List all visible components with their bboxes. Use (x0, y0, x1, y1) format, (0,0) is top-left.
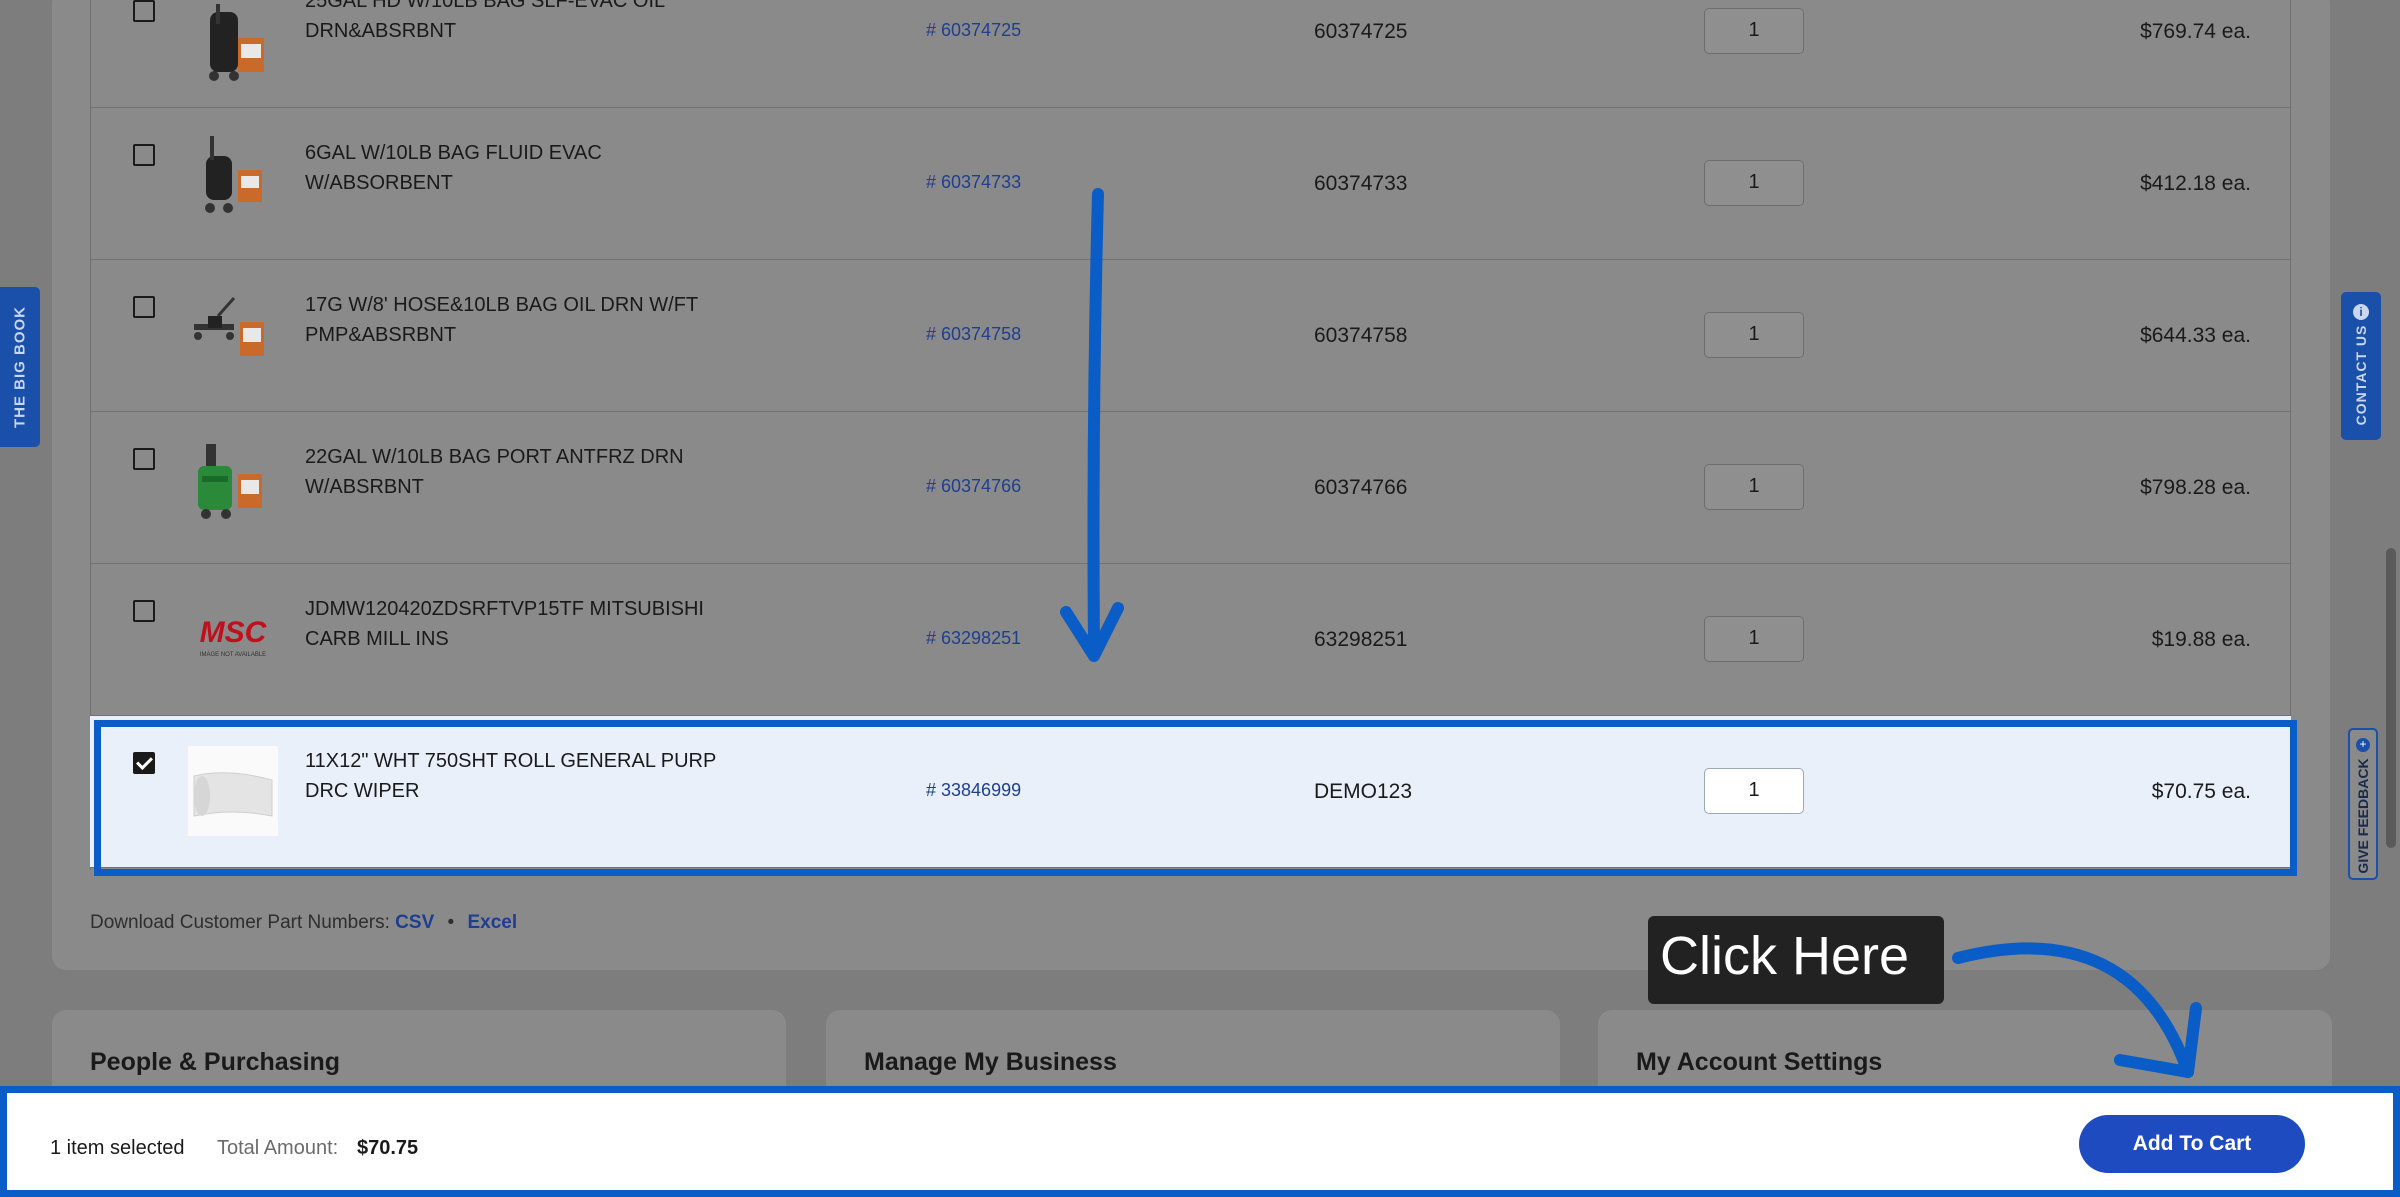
panel-title: My Account Settings (1636, 1048, 1883, 1076)
quantity-input[interactable]: 1 (1704, 616, 1804, 662)
download-separator: • (447, 912, 455, 933)
total-amount-label: Total Amount: (217, 1137, 339, 1159)
item-description: 6GAL W/10LB BAG FLUID EVAC W/ABSORBENT (305, 142, 602, 194)
msc-logo-text: MSC (200, 616, 268, 649)
plus-icon: + (2356, 738, 2370, 752)
add-to-cart-button[interactable]: Add To Cart (2079, 1115, 2305, 1173)
customer-part-number: 60374766 (1314, 476, 1408, 499)
quantity-input[interactable]: 1 (1704, 312, 1804, 358)
item-number-link[interactable]: # 60374766 (926, 476, 1021, 497)
row-checkbox[interactable] (133, 448, 155, 470)
total-amount-value: $70.75 (357, 1137, 419, 1159)
quantity-input[interactable]: 1 (1704, 768, 1804, 814)
customer-part-number: 60374725 (1314, 20, 1408, 43)
row-checkbox-checked[interactable] (133, 752, 155, 774)
item-price: $798.28 ea. (2140, 476, 2251, 499)
product-image (188, 438, 278, 528)
table-row: MSC IMAGE NOT AVAILABLE JDMW120420ZDSRFT… (90, 564, 2291, 716)
item-price: $70.75 ea. (2151, 780, 2251, 803)
msc-placeholder-logo: MSC IMAGE NOT AVAILABLE (188, 590, 278, 680)
big-book-tab[interactable]: THE BIG BOOK (0, 287, 40, 447)
item-description: 11X12" WHT 750SHT ROLL GENERAL PURP DRC … (305, 750, 716, 802)
customer-part-number: 63298251 (1314, 628, 1408, 651)
customer-part-number: 60374758 (1314, 324, 1408, 347)
contact-us-label: CONTACT US (2353, 324, 2369, 426)
item-price: $412.18 ea. (2140, 172, 2251, 195)
quantity-input[interactable]: 1 (1704, 464, 1804, 510)
table-row-selected: 11X12" WHT 750SHT ROLL GENERAL PURP DRC … (90, 716, 2291, 868)
item-description: JDMW120420ZDSRFTVP15TF MITSUBISHI CARB M… (305, 598, 704, 650)
table-row: 25GAL HD W/10LB BAG SLF-EVAC OIL DRN&ABS… (90, 0, 2291, 108)
panel-title: People & Purchasing (90, 1048, 341, 1076)
product-image (188, 286, 278, 376)
item-price: $644.33 ea. (2140, 324, 2251, 347)
download-label: Download Customer Part Numbers: (90, 912, 390, 933)
info-icon: i (2353, 304, 2369, 320)
product-image (188, 746, 278, 836)
row-checkbox[interactable] (133, 0, 155, 22)
item-number-link[interactable]: # 33846999 (926, 780, 1021, 801)
row-checkbox[interactable] (133, 296, 155, 318)
download-excel-link[interactable]: Excel (467, 912, 517, 933)
scrollbar-thumb[interactable] (2386, 548, 2396, 848)
row-checkbox[interactable] (133, 144, 155, 166)
item-number-link[interactable]: # 60374733 (926, 172, 1021, 193)
item-price: $769.74 ea. (2140, 20, 2251, 43)
item-number-link[interactable]: # 63298251 (926, 628, 1021, 649)
selection-bottom-bar: 1 item selected Total Amount: $70.75 Add… (0, 1086, 2400, 1197)
big-book-label: THE BIG BOOK (11, 305, 29, 429)
table-row: 17G W/8' HOSE&10LB BAG OIL DRN W/FT PMP&… (90, 260, 2291, 412)
click-here-callout: Click Here (1648, 916, 1944, 1004)
customer-part-number: 60374733 (1314, 172, 1408, 195)
give-feedback-label: GIVE FEEDBACK (2355, 758, 2371, 874)
item-price: $19.88 ea. (2151, 628, 2251, 651)
table-row: 22GAL W/10LB BAG PORT ANTFRZ DRN W/ABSRB… (90, 412, 2291, 564)
panel-title: Manage My Business (864, 1048, 1117, 1076)
give-feedback-tab[interactable]: + GIVE FEEDBACK (2348, 728, 2378, 880)
row-checkbox[interactable] (133, 600, 155, 622)
selected-count: 1 item selected (50, 1137, 185, 1159)
quantity-input[interactable]: 1 (1704, 160, 1804, 206)
item-description: 17G W/8' HOSE&10LB BAG OIL DRN W/FT PMP&… (305, 294, 698, 346)
item-number-link[interactable]: # 60374725 (926, 20, 1021, 41)
contact-us-tab[interactable]: i CONTACT US (2341, 292, 2381, 440)
product-image (188, 134, 278, 224)
item-description: 22GAL W/10LB BAG PORT ANTFRZ DRN W/ABSRB… (305, 446, 684, 498)
msc-logo-subtext: IMAGE NOT AVAILABLE (200, 652, 266, 658)
download-links: Download Customer Part Numbers: CSV • Ex… (90, 912, 517, 934)
item-description: 25GAL HD W/10LB BAG SLF-EVAC OIL DRN&ABS… (305, 0, 665, 42)
item-number-link[interactable]: # 60374758 (926, 324, 1021, 345)
download-csv-link[interactable]: CSV (395, 912, 434, 933)
table-row: 6GAL W/10LB BAG FLUID EVAC W/ABSORBENT #… (90, 108, 2291, 260)
quantity-input[interactable]: 1 (1704, 8, 1804, 54)
product-image (188, 4, 278, 94)
customer-part-number: DEMO123 (1314, 780, 1413, 803)
